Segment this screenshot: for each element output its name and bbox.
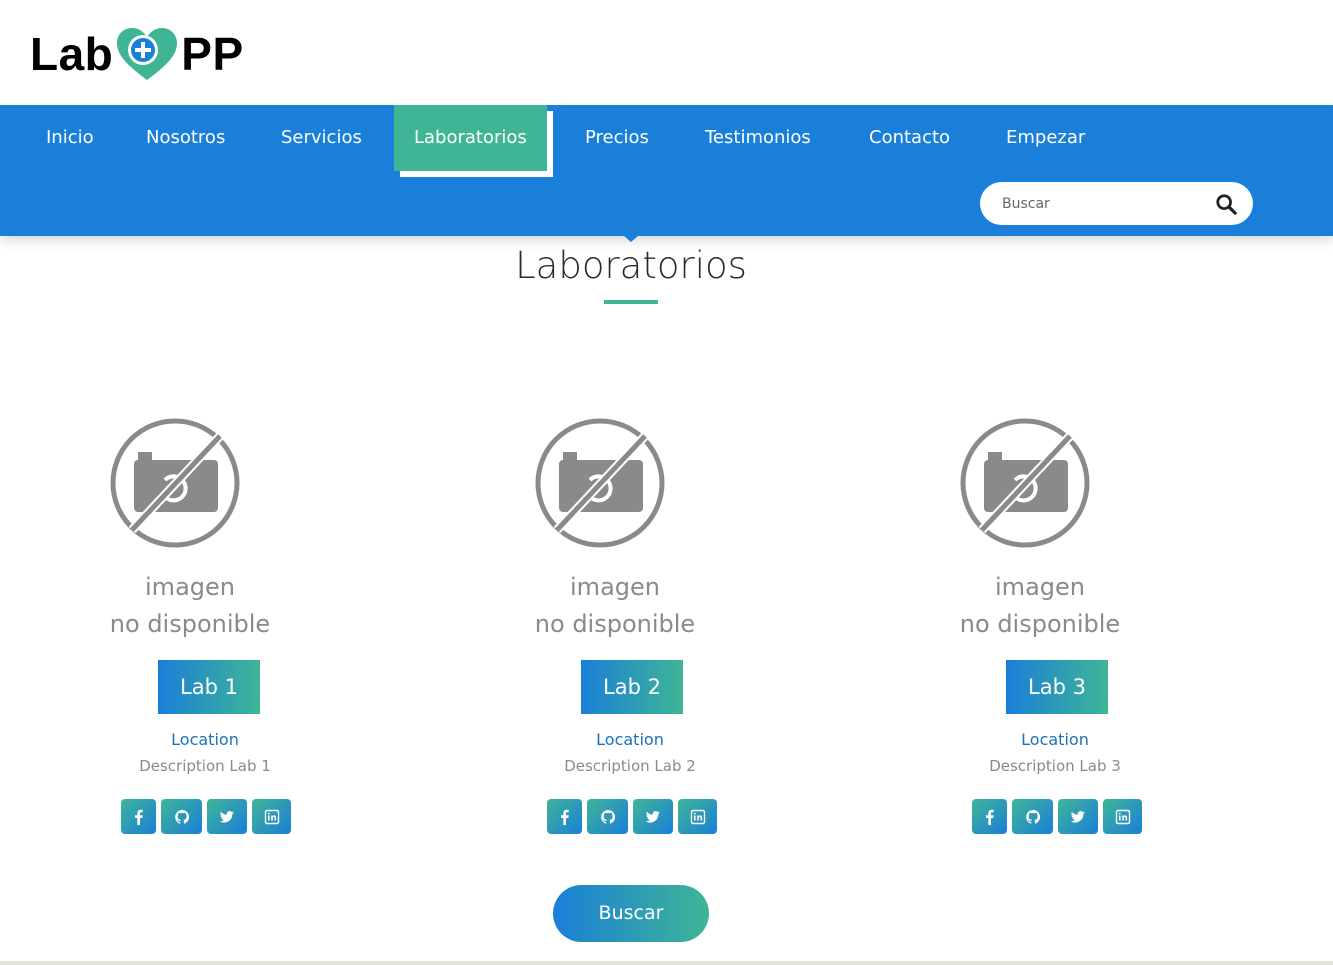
image-unavailable-line2: no disponible — [534, 610, 696, 638]
section-title: Laboratorios — [515, 244, 747, 287]
lab-card-2: imagen no disponible Lab 2 Location Desc… — [525, 410, 775, 840]
lab-card-3: imagen no disponible Lab 3 Location Desc… — [950, 410, 1200, 840]
lab-card-1: imagen no disponible Lab 1 Location Desc… — [100, 410, 350, 840]
facebook-icon[interactable] — [547, 799, 582, 834]
lab-name-button[interactable]: Lab 1 — [158, 660, 260, 714]
nav-item-empezar[interactable]: Empezar — [1006, 105, 1085, 171]
nav-item-laboratorios[interactable]: Laboratorios — [394, 105, 547, 171]
logo[interactable]: Lab PP — [30, 26, 244, 82]
search-box — [980, 182, 1253, 225]
no-camera-icon — [110, 418, 240, 548]
nav-item-servicios[interactable]: Servicios — [281, 105, 362, 171]
twitter-icon[interactable] — [633, 799, 673, 834]
github-icon[interactable] — [161, 799, 202, 834]
image-unavailable-line1: imagen — [570, 573, 660, 601]
lab-description: Description Lab 3 — [989, 757, 1121, 775]
social-links — [121, 799, 291, 834]
lab-description: Description Lab 2 — [564, 757, 696, 775]
nav-item-nosotros[interactable]: Nosotros — [146, 105, 225, 171]
image-unavailable-line1: imagen — [145, 573, 235, 601]
search-icon[interactable] — [1215, 193, 1237, 215]
lab-description: Description Lab 1 — [139, 757, 271, 775]
image-unavailable-line1: imagen — [995, 573, 1085, 601]
footer-divider — [0, 961, 1333, 965]
lab-name-button[interactable]: Lab 3 — [1006, 660, 1108, 714]
image-unavailable-line2: no disponible — [959, 610, 1121, 638]
github-icon[interactable] — [1012, 799, 1053, 834]
linkedin-icon[interactable] — [1103, 799, 1142, 834]
nav-item-inicio[interactable]: Inicio — [46, 105, 94, 171]
github-icon[interactable] — [587, 799, 628, 834]
twitter-icon[interactable] — [207, 799, 247, 834]
facebook-icon[interactable] — [972, 799, 1007, 834]
no-camera-icon — [535, 418, 665, 548]
buscar-button[interactable]: Buscar — [553, 885, 709, 942]
facebook-icon[interactable] — [121, 799, 156, 834]
search-input[interactable] — [1002, 182, 1202, 225]
image-unavailable: imagen no disponible — [950, 418, 1130, 638]
social-links — [547, 799, 717, 834]
lab-location: Location — [596, 730, 664, 749]
main-navbar: Inicio Nosotros Servicios Laboratorios P… — [0, 105, 1333, 236]
linkedin-icon[interactable] — [678, 799, 717, 834]
lab-name-button[interactable]: Lab 2 — [581, 660, 683, 714]
no-camera-icon — [960, 418, 1090, 548]
nav-item-precios[interactable]: Precios — [585, 105, 649, 171]
nav-pointer — [624, 236, 638, 242]
heart-plus-icon — [117, 28, 178, 80]
lab-location: Location — [171, 730, 239, 749]
image-unavailable: imagen no disponible — [525, 418, 705, 638]
linkedin-icon[interactable] — [252, 799, 291, 834]
lab-location: Location — [1021, 730, 1089, 749]
twitter-icon[interactable] — [1058, 799, 1098, 834]
nav-item-testimonios[interactable]: Testimonios — [705, 105, 811, 171]
header: Lab PP — [0, 0, 1333, 105]
image-unavailable: imagen no disponible — [100, 418, 280, 638]
social-links — [972, 799, 1142, 834]
logo-text-left: Lab — [30, 28, 114, 80]
image-unavailable-line2: no disponible — [109, 610, 271, 638]
nav-item-contacto[interactable]: Contacto — [869, 105, 950, 171]
title-underline — [604, 300, 658, 304]
logo-text-right: PP — [181, 28, 244, 80]
